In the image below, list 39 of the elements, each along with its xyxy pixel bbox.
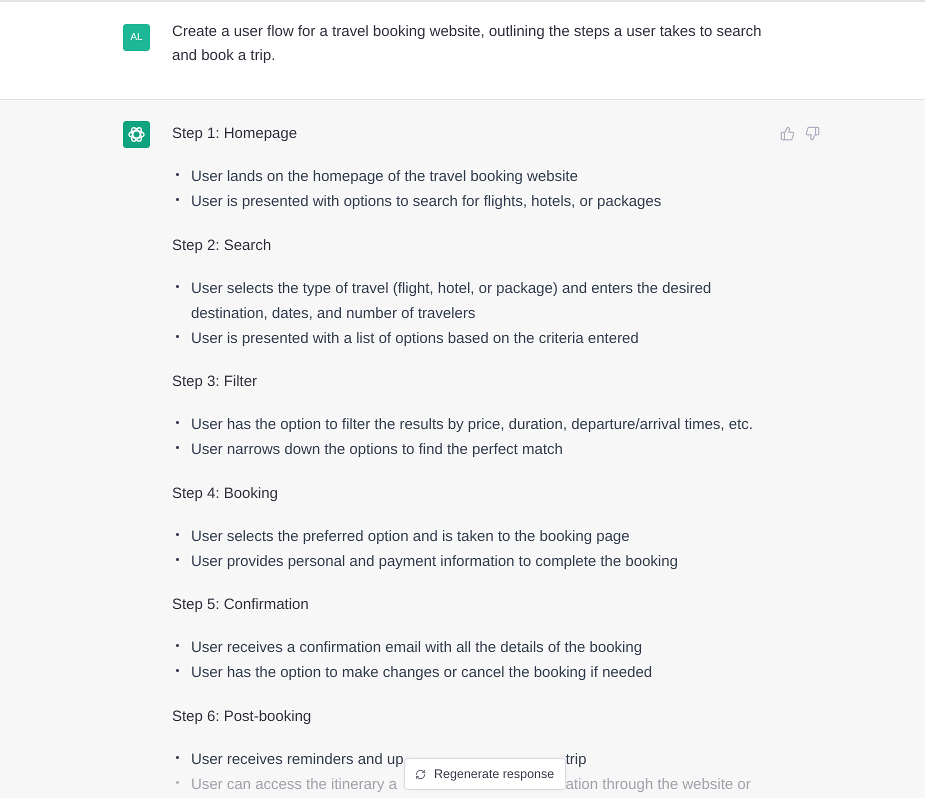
step-heading: Step 1: Homepage bbox=[172, 124, 298, 144]
bullet-icon bbox=[176, 558, 179, 561]
user-avatar: AL bbox=[123, 24, 150, 51]
bullet-icon bbox=[176, 780, 179, 784]
step-heading: Step 5: Confirmation bbox=[172, 595, 310, 616]
bullet-icon bbox=[176, 669, 179, 672]
user-message-text: Create a user flow for a travel booking website, outlining the steps a user takes to search and book a trip. bbox=[172, 22, 762, 66]
bullet-icon bbox=[176, 421, 179, 424]
list-item-text: User selects the type of travel (flight, hotel, or package) and enters the desired destination, dates, and number of travelers bbox=[191, 278, 712, 324]
step-heading: Step 2: Search bbox=[172, 236, 272, 256]
bullet-icon bbox=[176, 756, 179, 759]
list-item-text: User has the option to filter the results by price, duration, departure/arrival times, etc. bbox=[191, 415, 753, 436]
bullet-icon bbox=[176, 446, 179, 450]
list-item-text: User narrows down the options to find the perfect match bbox=[191, 440, 563, 460]
bullet-icon bbox=[176, 173, 179, 176]
list-item-text: User can access the itinerary a bbox=[191, 774, 398, 795]
list-item-text: User receives a confirmation email with all the details of the booking bbox=[191, 638, 642, 658]
list-item-text: User has the option to make changes or cancel the booking if needed bbox=[191, 663, 652, 684]
thumbs-down-icon[interactable] bbox=[805, 126, 820, 141]
step-heading: Step 3: Filter bbox=[172, 372, 258, 392]
thumbs-up-icon[interactable] bbox=[780, 126, 795, 141]
refresh-icon bbox=[414, 768, 426, 780]
knot-logo-icon bbox=[123, 121, 150, 148]
list-item-text: User is presented with options to search for flights, hotels, or packages bbox=[191, 192, 662, 212]
bullet-icon bbox=[176, 284, 179, 288]
bullet-icon bbox=[176, 334, 179, 338]
bullet-icon bbox=[176, 198, 179, 201]
list-item-text: ation through the website or bbox=[566, 774, 751, 795]
step-heading: Step 4: Booking bbox=[172, 484, 279, 504]
bullet-icon bbox=[176, 532, 179, 536]
list-item-text: User lands on the homepage of the travel booking website bbox=[191, 167, 578, 187]
bullet-icon bbox=[176, 644, 179, 648]
list-item-text: User receives reminders and up bbox=[191, 750, 404, 770]
list-item-text: User provides personal and payment information to complete the booking bbox=[191, 552, 678, 572]
list-item-text: trip bbox=[566, 750, 588, 770]
list-item-text: User selects the preferred option and is taken to the booking page bbox=[191, 526, 630, 547]
step-heading: Step 6: Post-booking bbox=[172, 706, 312, 727]
regenerate-response-button[interactable]: Regenerate response bbox=[404, 758, 566, 790]
list-item-text: User is presented with a list of options based on the criteria entered bbox=[191, 328, 639, 349]
